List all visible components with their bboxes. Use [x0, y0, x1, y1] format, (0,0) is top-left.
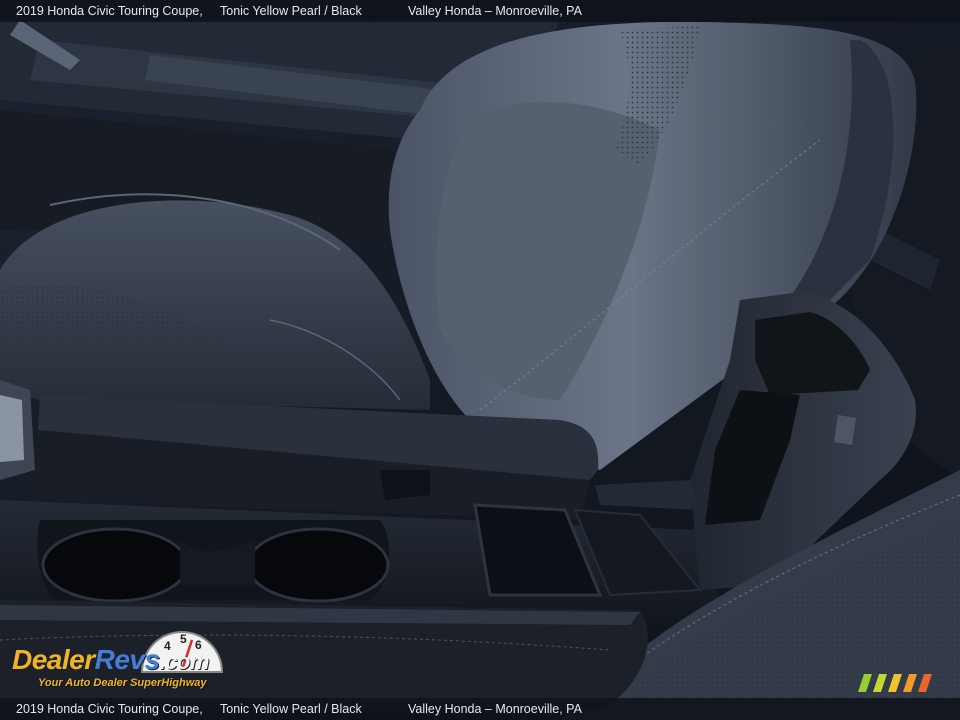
stripe-0: [858, 674, 872, 692]
car-interior-photo: [0, 0, 960, 720]
logo-word-revs: Revs: [94, 644, 160, 675]
photo-stage: 2019 Honda Civic Touring Coupe, Tonic Ye…: [0, 0, 960, 720]
vehicle-title-bottom: 2019 Honda Civic Touring Coupe,: [16, 702, 203, 716]
vehicle-color-bottom: Tonic Yellow Pearl / Black: [220, 702, 362, 716]
logo-word-com: .com: [159, 649, 210, 674]
color-stripes-icon: [858, 674, 932, 692]
logo-tagline: Your Auto Dealer SuperHighway: [38, 677, 207, 689]
logo-word-dealer: Dealer: [12, 644, 95, 675]
vehicle-color: Tonic Yellow Pearl / Black: [220, 4, 362, 18]
caption-bar-bottom: 2019 Honda Civic Touring Coupe, Tonic Ye…: [0, 698, 960, 720]
stripe-1: [873, 674, 887, 692]
dealerrevs-logo: 4 5 6 DealerRevs.com Your Auto Dealer Su…: [12, 626, 272, 696]
vehicle-title: 2019 Honda Civic Touring Coupe,: [16, 4, 203, 18]
logo-wordmark: DealerRevs.com: [12, 644, 209, 676]
stripe-4: [918, 674, 932, 692]
dealer-name: Valley Honda – Monroeville, PA: [408, 4, 582, 18]
stripe-3: [903, 674, 917, 692]
dealer-name-bottom: Valley Honda – Monroeville, PA: [408, 702, 582, 716]
stripe-2: [888, 674, 902, 692]
caption-bar-top: 2019 Honda Civic Touring Coupe, Tonic Ye…: [0, 0, 960, 22]
